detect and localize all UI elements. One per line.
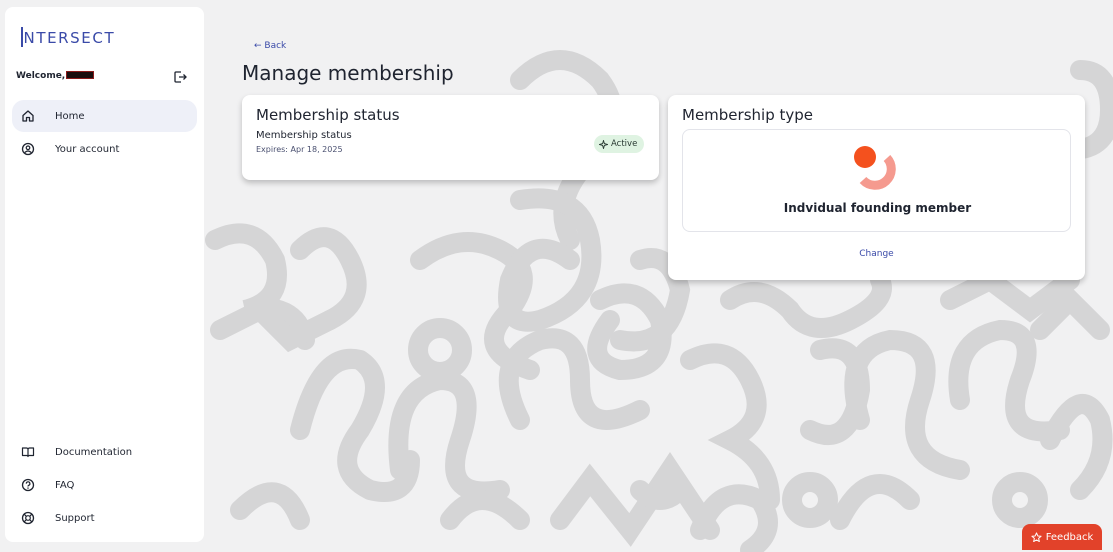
sidebar-item-home[interactable]: Home xyxy=(12,100,197,132)
membership-type-name: Indvidual founding member xyxy=(783,201,972,215)
lifebuoy-icon xyxy=(21,511,35,525)
sidebar-item-support[interactable]: Support xyxy=(12,502,197,534)
membership-logo-icon xyxy=(854,146,896,190)
sidebar: INTERSECT Welcome, Home Your account Doc… xyxy=(5,7,204,542)
card-title: Membership type xyxy=(682,106,813,124)
question-circle-icon xyxy=(21,478,35,492)
welcome-label: Welcome, xyxy=(16,71,66,81)
welcome-text: Welcome, xyxy=(16,71,95,81)
change-membership-link[interactable]: Change xyxy=(668,249,1085,259)
user-circle-icon xyxy=(21,142,35,156)
star-icon xyxy=(1031,531,1042,542)
expiry-date: Expires: Apr 18, 2025 xyxy=(256,145,343,154)
logout-icon[interactable] xyxy=(173,70,187,84)
card-title: Membership status xyxy=(256,106,400,124)
sparkle-icon xyxy=(599,139,608,149)
sidebar-item-label: Documentation xyxy=(55,446,133,458)
membership-type-box: Indvidual founding member xyxy=(682,129,1071,232)
status-label: Membership status xyxy=(256,130,352,141)
page-title: Manage membership xyxy=(242,61,454,85)
membership-type-card: Membership type Indvidual founding membe… xyxy=(668,95,1085,280)
back-link[interactable]: ← Back xyxy=(254,41,286,51)
status-badge-label: Active xyxy=(611,139,638,149)
logo-bar xyxy=(21,27,23,47)
membership-status-card: Membership status Membership status Expi… xyxy=(242,95,659,180)
sidebar-item-documentation[interactable]: Documentation xyxy=(12,436,197,468)
sidebar-item-label: Your account xyxy=(55,143,120,155)
sidebar-item-label: Support xyxy=(55,512,95,524)
redacted-username xyxy=(66,71,95,79)
home-icon xyxy=(21,109,35,123)
feedback-label: Feedback xyxy=(1045,531,1094,543)
book-icon xyxy=(21,445,35,459)
sidebar-item-label: Home xyxy=(55,110,85,122)
logo-text: NTERSECT xyxy=(23,29,116,47)
feedback-button[interactable]: Feedback xyxy=(1022,524,1102,550)
intersect-logo[interactable]: INTERSECT xyxy=(21,27,115,47)
sidebar-item-label: FAQ xyxy=(55,479,75,491)
sidebar-item-your-account[interactable]: Your account xyxy=(12,133,197,165)
sidebar-item-faq[interactable]: FAQ xyxy=(12,469,197,501)
status-badge: Active xyxy=(594,135,645,153)
